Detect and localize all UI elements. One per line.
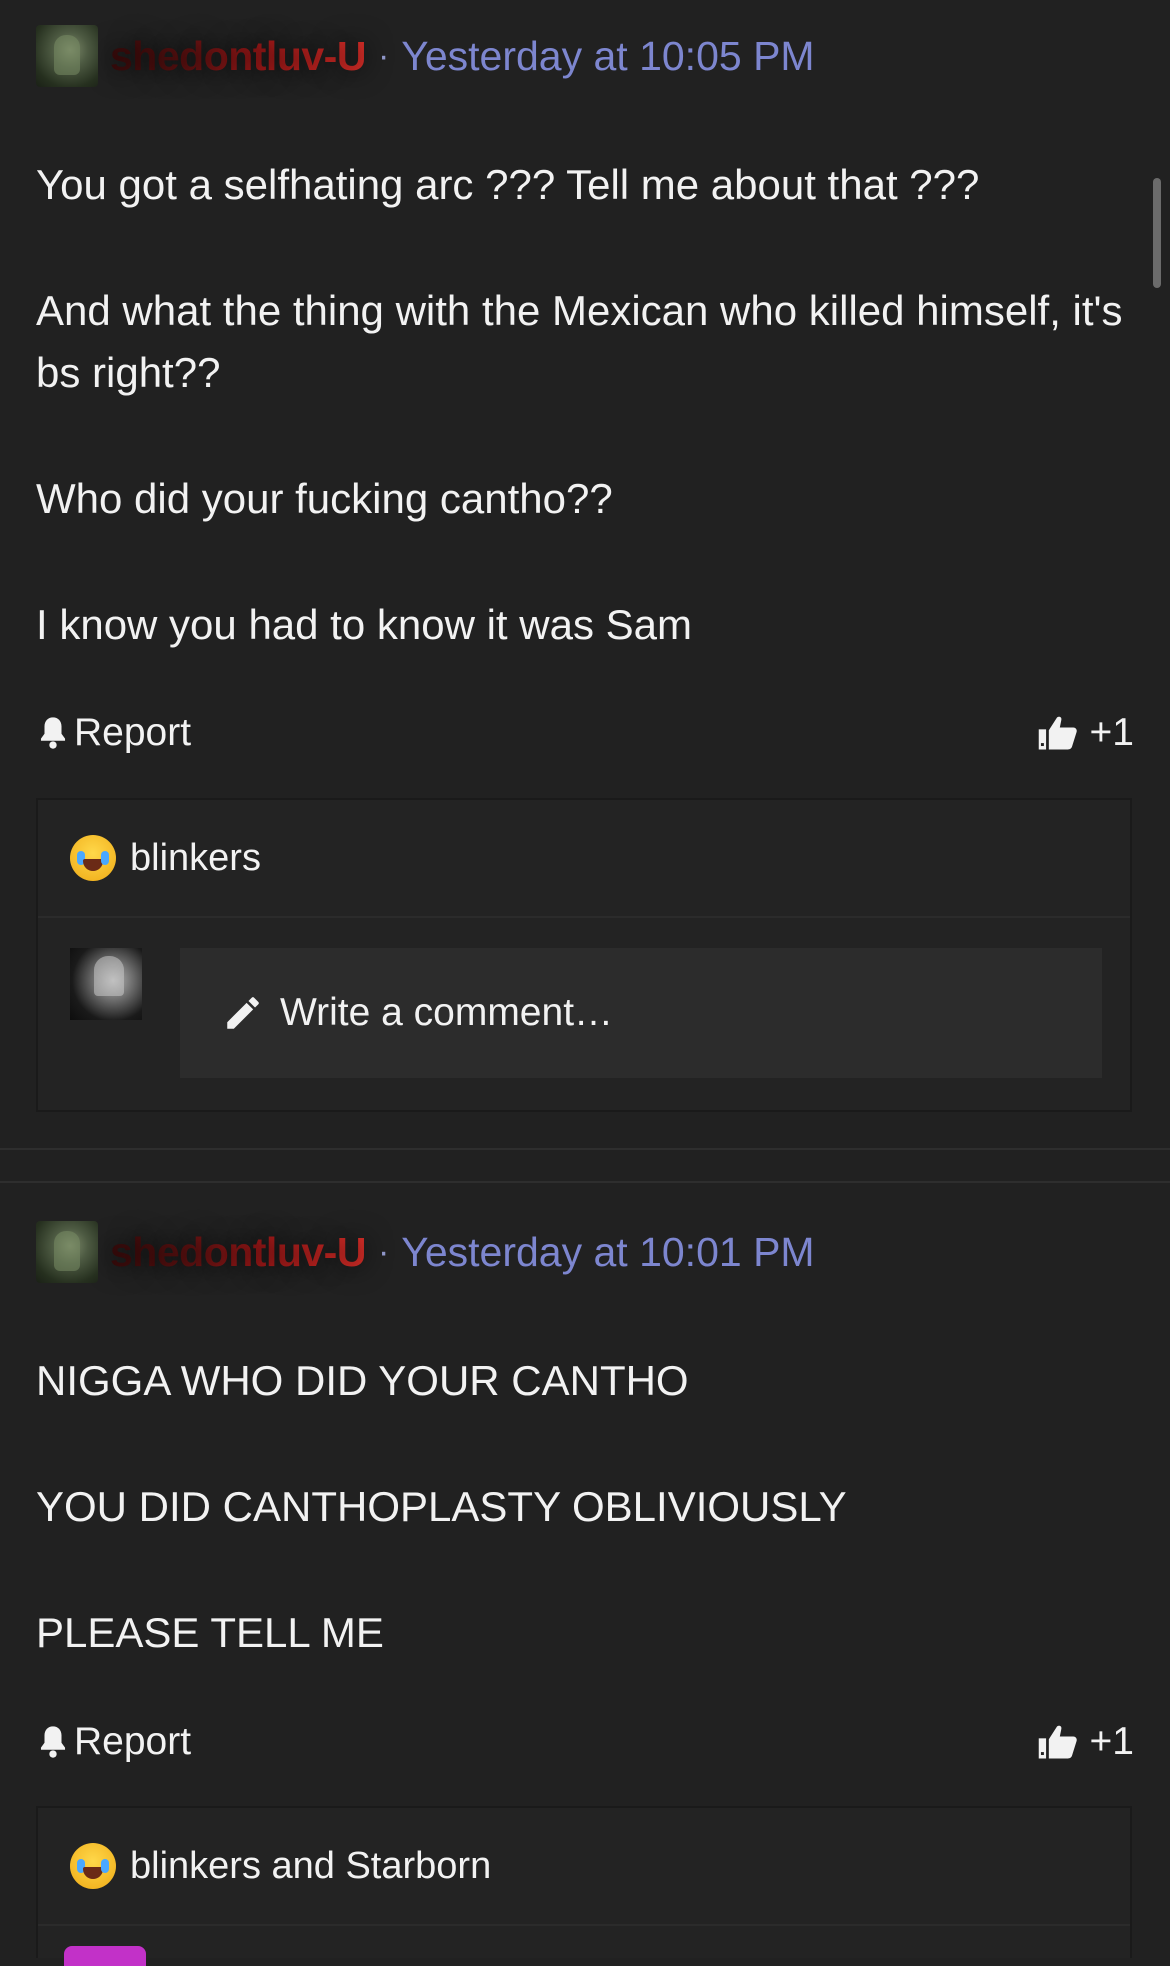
- header-separator: ·: [377, 1232, 390, 1271]
- header-separator: ·: [377, 36, 390, 75]
- post-paragraph: PLEASE TELL ME: [36, 1609, 384, 1656]
- post-timestamp[interactable]: Yesterday at 10:05 PM: [401, 33, 814, 80]
- author-username[interactable]: shedontluv-U: [110, 33, 366, 80]
- reaction-names: blinkers and Starborn: [130, 1844, 492, 1887]
- comment-placeholder: Write a comment…: [280, 991, 614, 1034]
- post-body: You got a selfhating arc ??? Tell me abo…: [36, 154, 1126, 656]
- post-header: shedontluv-U · Yesterday at 10:01 PM: [36, 1220, 815, 1284]
- post-divider: [0, 1148, 1170, 1150]
- pencil-icon: [227, 997, 259, 1029]
- author-username[interactable]: shedontluv-U: [110, 1229, 366, 1276]
- post-paragraph: YOU DID CANTHOPLASTY OBLIVIOUSLY: [36, 1483, 847, 1530]
- post-divider: [0, 1181, 1170, 1183]
- comment-composer: Write a comment…: [38, 918, 1130, 1110]
- reactions-box: blinkers Write a comment…: [36, 798, 1132, 1112]
- like-button[interactable]: +1: [1036, 1720, 1134, 1764]
- like-count: +1: [1089, 711, 1134, 754]
- reactions-row[interactable]: blinkers: [38, 800, 1130, 918]
- report-label: Report: [74, 711, 192, 754]
- bell-icon: [40, 717, 66, 749]
- post-paragraph: I know you had to know it was Sam: [36, 601, 692, 648]
- post-paragraph: NIGGA WHO DID YOUR CANTHO: [36, 1357, 689, 1404]
- current-user-avatar: [70, 948, 142, 1020]
- thumbs-up-icon: [1038, 716, 1077, 750]
- reactions-row[interactable]: blinkers and Starborn: [38, 1808, 1130, 1926]
- report-button[interactable]: Report: [36, 1720, 191, 1764]
- write-comment-input[interactable]: Write a comment…: [180, 948, 1102, 1078]
- report-label: Report: [74, 1720, 192, 1763]
- post-actions: Report +1: [36, 1712, 1134, 1772]
- post-body: NIGGA WHO DID YOUR CANTHO YOU DID CANTHO…: [36, 1350, 1126, 1664]
- like-count: +1: [1089, 1720, 1134, 1763]
- post-header: shedontluv-U · Yesterday at 10:05 PM: [36, 24, 815, 88]
- author-avatar[interactable]: [36, 1221, 98, 1283]
- current-user-avatar: [64, 1946, 146, 1966]
- post-paragraph: And what the thing with the Mexican who …: [36, 287, 1123, 396]
- bell-icon: [40, 1726, 66, 1758]
- scrollbar[interactable]: [1153, 178, 1161, 288]
- reactions-box: blinkers and Starborn: [36, 1806, 1132, 1958]
- joy-tears-emoji-icon: [70, 1843, 116, 1889]
- like-button[interactable]: +1: [1036, 711, 1134, 755]
- post-paragraph: Who did your fucking cantho??: [36, 475, 613, 522]
- post-actions: Report +1: [36, 703, 1134, 763]
- reaction-names: blinkers: [130, 836, 261, 879]
- post-paragraph: You got a selfhating arc ??? Tell me abo…: [36, 161, 980, 208]
- author-avatar[interactable]: [36, 25, 98, 87]
- joy-tears-emoji-icon: [70, 835, 116, 881]
- thumbs-up-icon: [1038, 1725, 1077, 1759]
- report-button[interactable]: Report: [36, 711, 191, 755]
- post-timestamp[interactable]: Yesterday at 10:01 PM: [401, 1229, 814, 1276]
